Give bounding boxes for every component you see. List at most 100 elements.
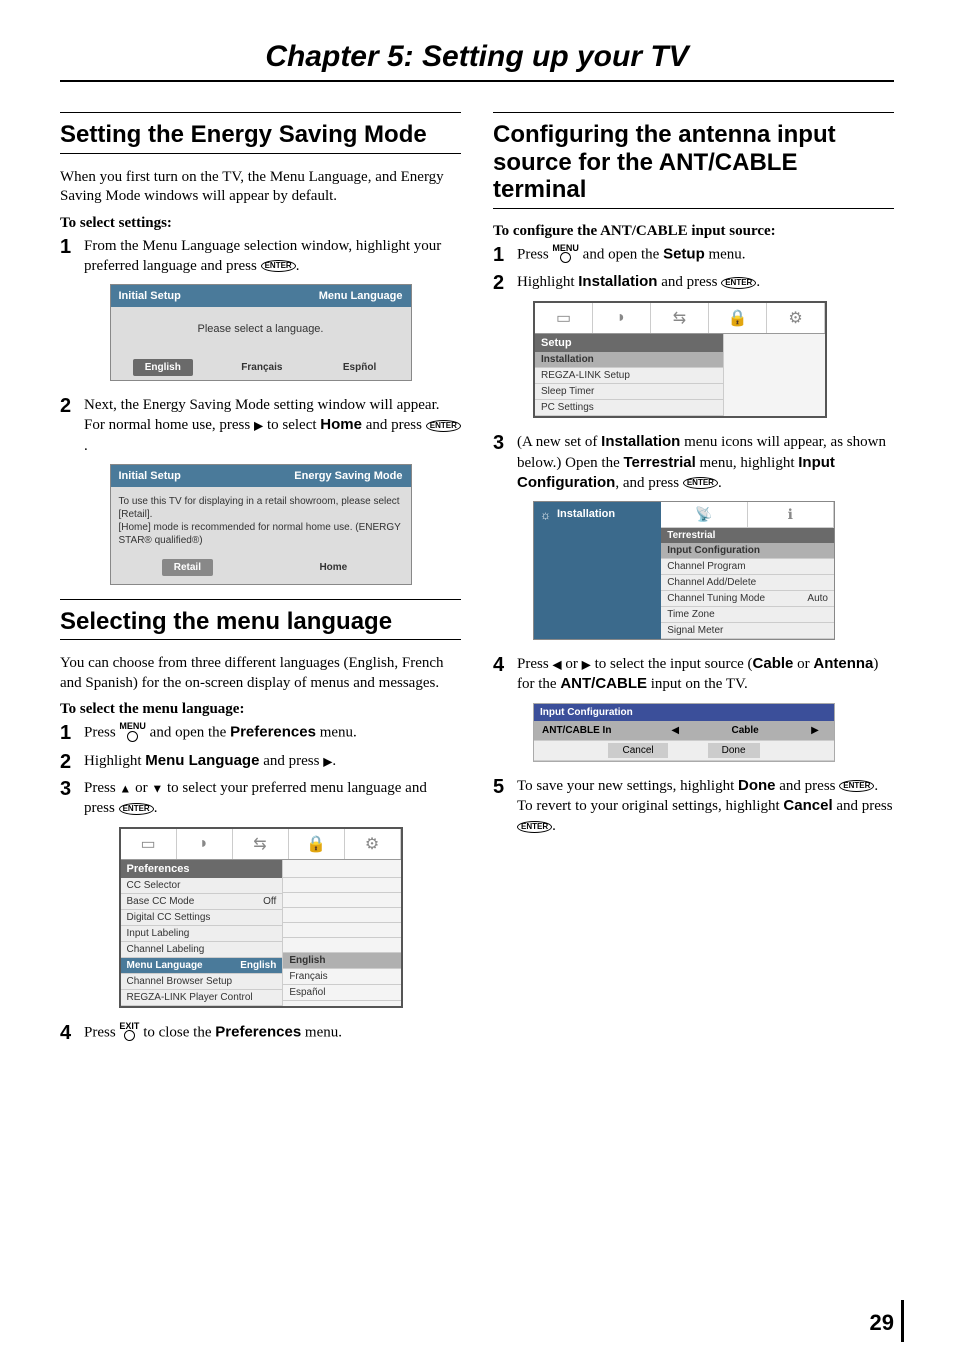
- intro-text: You can choose from three different lang…: [60, 654, 461, 693]
- lead-text: To select the menu language:: [60, 701, 461, 718]
- menu-key-icon: MENU: [552, 244, 579, 267]
- osd-body: Please select a language.: [111, 307, 411, 351]
- menu-row[interactable]: Signal Meter: [661, 623, 834, 639]
- text: Press: [517, 656, 552, 672]
- chapter-title: Chapter 5: Setting up your TV: [60, 40, 894, 74]
- text: and press: [259, 753, 323, 769]
- tab-icon: ▭: [121, 829, 177, 859]
- option-english[interactable]: English: [283, 953, 400, 969]
- text: (A new set of: [517, 434, 601, 450]
- menu-row[interactable]: Input Labeling: [121, 926, 283, 942]
- step-text: Highlight Installation and press ENTER.: [517, 272, 894, 292]
- text: or: [562, 656, 582, 672]
- menu-row[interactable]: Base CC ModeOff: [121, 894, 283, 910]
- text: menu, highlight: [696, 455, 799, 471]
- section-title-antenna-input: Configuring the antenna input source for…: [493, 112, 894, 204]
- osd-title-right: Energy Saving Mode: [294, 470, 402, 482]
- option-francais[interactable]: Français: [283, 969, 400, 985]
- step-number: 3: [60, 778, 84, 799]
- osd-title-left: Initial Setup: [119, 290, 181, 302]
- text: or: [131, 780, 151, 796]
- tab-icon: ⚙: [767, 303, 825, 333]
- osd-title: Installation: [557, 508, 615, 520]
- text: input on the TV.: [647, 676, 748, 692]
- tab-icon: ℹ: [748, 502, 834, 528]
- menu-row[interactable]: Digital CC Settings: [121, 910, 283, 926]
- text: to select: [263, 417, 320, 433]
- text: Press: [84, 1024, 119, 1040]
- menu-row-highlighted[interactable]: Input Configuration: [661, 543, 834, 559]
- text: and press: [776, 778, 840, 794]
- osd-button-francais[interactable]: Français: [229, 359, 294, 376]
- tab-icon: 🔒: [709, 303, 767, 333]
- step-number: 2: [60, 395, 84, 416]
- tab-icon: ⚙: [345, 829, 401, 859]
- ui-term: Cable: [753, 655, 794, 672]
- enter-icon: ENTER: [426, 420, 461, 432]
- menu-row[interactable]: Channel Tuning ModeAuto: [661, 591, 834, 607]
- osd-title-left: Initial Setup: [119, 470, 181, 482]
- right-arrow-icon: ▶: [582, 658, 591, 672]
- ui-term: Done: [738, 777, 776, 794]
- tab-icon: ◗: [177, 829, 233, 859]
- right-arrow-icon[interactable]: ▶: [798, 723, 832, 738]
- tab-icon: ⇆: [233, 829, 289, 859]
- step-number: 1: [60, 236, 84, 257]
- menu-row[interactable]: Channel Browser Setup: [121, 974, 283, 990]
- section-title-menu-language: Selecting the menu language: [60, 599, 461, 636]
- menu-row-highlighted[interactable]: Installation: [535, 352, 723, 368]
- menu-row[interactable]: PC Settings: [535, 400, 723, 416]
- menu-row[interactable]: CC Selector: [121, 878, 283, 894]
- ui-term: Installation: [578, 273, 657, 290]
- osd-button-retail[interactable]: Retail: [162, 559, 213, 576]
- menu-row[interactable]: Time Zone: [661, 607, 834, 623]
- text: to close the: [139, 1024, 215, 1040]
- intro-text: When you first turn on the TV, the Menu …: [60, 168, 461, 207]
- left-arrow-icon: ◀: [552, 658, 561, 672]
- rule: [493, 208, 894, 209]
- lead-text: To select settings:: [60, 215, 461, 232]
- osd-button-home[interactable]: Home: [307, 559, 359, 576]
- text: menu.: [316, 725, 357, 741]
- osd-button-english[interactable]: English: [133, 359, 193, 376]
- menu-row[interactable]: REGZA-LINK Setup: [535, 368, 723, 384]
- option-espanol[interactable]: Español: [283, 985, 400, 1001]
- down-arrow-icon: ▼: [151, 782, 163, 796]
- right-arrow-icon: ▶: [254, 419, 263, 433]
- text: [Home] mode is recommended for normal ho…: [119, 521, 403, 547]
- menu-row-highlighted[interactable]: Menu LanguageEnglish: [121, 958, 283, 974]
- text: and open the: [146, 725, 230, 741]
- osd-title-right: Menu Language: [319, 290, 403, 302]
- menu-row[interactable]: Channel Program: [661, 559, 834, 575]
- rule: [60, 153, 461, 154]
- page-number: 29: [870, 1310, 894, 1336]
- step-text: (A new set of Installation menu icons wi…: [517, 432, 894, 493]
- enter-icon: ENTER: [119, 803, 154, 815]
- menu-row[interactable]: Sleep Timer: [535, 384, 723, 400]
- text: and press: [833, 798, 893, 814]
- text: menu.: [301, 1024, 342, 1040]
- osd-initial-setup-language: Initial Setup Menu Language Please selec…: [110, 284, 412, 381]
- done-button[interactable]: Done: [708, 743, 760, 758]
- text: to select the input source (: [591, 656, 753, 672]
- menu-row[interactable]: Channel Add/Delete: [661, 575, 834, 591]
- text: To save your new settings, highlight: [517, 778, 738, 794]
- cancel-button[interactable]: Cancel: [608, 743, 667, 758]
- osd-body: To use this TV for displaying in a retai…: [111, 487, 411, 555]
- step-number: 1: [60, 722, 84, 743]
- input-row[interactable]: ANT/CABLE In ◀ Cable ▶: [534, 721, 834, 741]
- left-arrow-icon[interactable]: ◀: [658, 723, 692, 738]
- osd-setup-menu: ▭ ◗ ⇆ 🔒 ⚙ Setup Installation REGZA-LINK …: [533, 301, 827, 418]
- ui-term: Home: [320, 416, 362, 433]
- enter-icon: ENTER: [839, 780, 874, 792]
- menu-row[interactable]: Channel Labeling: [121, 942, 283, 958]
- ui-term: ANT/CABLE: [560, 675, 647, 692]
- tab-icon: 🔒: [289, 829, 345, 859]
- enter-icon: ENTER: [721, 277, 756, 289]
- menu-row[interactable]: REGZA-LINK Player Control: [121, 990, 283, 1006]
- step-text: Press ▲ or ▼ to select your preferred me…: [84, 778, 461, 819]
- tab-icon: 📡: [661, 502, 747, 528]
- osd-button-espanol[interactable]: Espñol: [331, 359, 388, 376]
- text: or: [793, 656, 813, 672]
- step-number: 4: [493, 654, 517, 675]
